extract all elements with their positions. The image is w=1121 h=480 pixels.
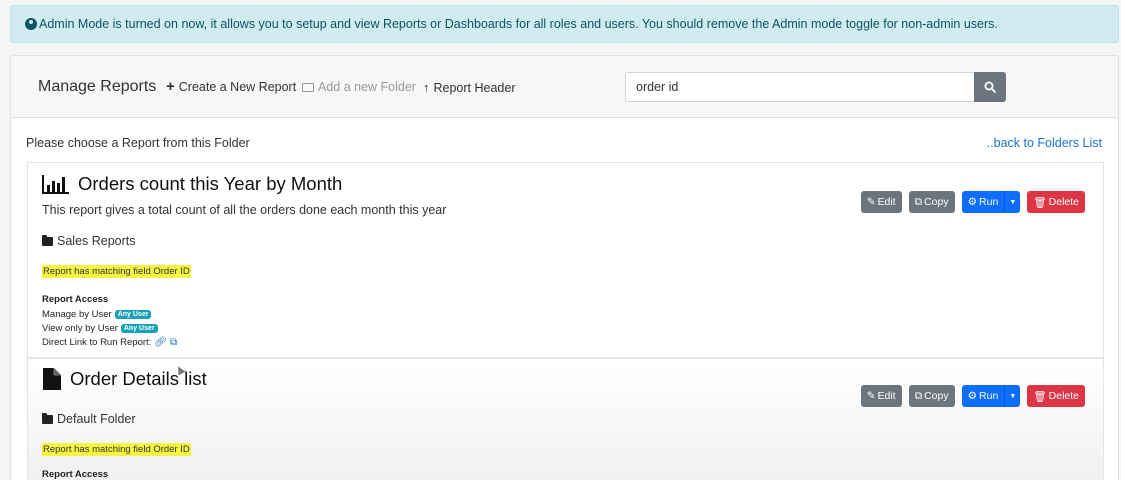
copy-label: Copy (924, 390, 949, 402)
copy-icon: ⧉ (914, 195, 923, 208)
manage-reports-panel: Manage Reports + Create a New Report Add… (10, 55, 1119, 480)
edit-label: Edit (877, 196, 896, 208)
matching-field-note: Report has matching field Order ID (42, 265, 191, 278)
trash-icon: 🗑︎ (1033, 390, 1047, 403)
edit-icon: ✎ (866, 390, 876, 402)
report-title[interactable]: Order Details list (70, 368, 207, 390)
run-button[interactable]: ⚙ Run (961, 191, 1005, 213)
report-card: Orders count this Year by Month This rep… (27, 162, 1104, 358)
copy-label: Copy (924, 196, 949, 208)
report-title[interactable]: Orders count this Year by Month (78, 173, 342, 195)
view-only-badge: Any User (120, 324, 158, 333)
run-dropdown-caret[interactable]: ▼ (1004, 191, 1021, 213)
run-button[interactable]: ⚙ Run (961, 385, 1005, 407)
report-header-link[interactable]: ↑ Report Header (423, 80, 516, 95)
report-description: This report gives a total count of all t… (42, 203, 447, 217)
report-header-label: Report Header (433, 80, 516, 95)
create-report-label: Create a New Report (178, 80, 297, 94)
page-title: Manage Reports (38, 78, 157, 95)
folder-icon (42, 412, 53, 424)
view-only-label: View only by User (42, 323, 118, 334)
edit-button[interactable]: ✎ Edit (860, 385, 902, 407)
search-input[interactable] (625, 72, 975, 102)
report-title-row: Orders count this Year by Month (42, 173, 342, 195)
manage-by-row: Manage by User Any User (42, 309, 152, 320)
folder-outline-icon (302, 82, 314, 92)
report-actions: ✎ Edit ⧉ Copy ⚙ Run ▼ 🗑︎ Delete (860, 385, 1085, 407)
direct-link-row: Direct Link to Run Report: 🔗︎ ⧉ (42, 337, 177, 348)
report-folder-label: Sales Reports (57, 234, 136, 248)
gears-icon: ⚙ (967, 196, 978, 208)
bar-chart-icon (42, 175, 69, 194)
report-actions: ✎ Edit ⧉ Copy ⚙ Run ▼ 🗑︎ Delete (860, 191, 1085, 213)
create-report-link[interactable]: + Create a New Report (166, 78, 297, 95)
run-label: Run (979, 196, 999, 208)
choose-report-text: Please choose a Report from this Folder (26, 136, 250, 150)
search-icon (984, 81, 996, 93)
file-icon (43, 368, 61, 390)
back-to-folders-link[interactable]: ..back to Folders List (987, 136, 1102, 150)
delete-button[interactable]: 🗑︎ Delete (1027, 385, 1085, 407)
run-label: Run (979, 390, 999, 402)
search-button[interactable] (974, 72, 1006, 102)
delete-label: Delete (1048, 196, 1079, 208)
direct-link-label: Direct Link to Run Report: (42, 337, 152, 348)
run-split-button: ⚙ Run ▼ (961, 385, 1021, 407)
admin-mode-alert: Admin Mode is turned on now, it allows y… (10, 5, 1119, 43)
gears-icon: ⚙ (967, 390, 978, 402)
report-access-heading: Report Access (42, 469, 109, 480)
arrow-up-icon: ↑ (423, 80, 430, 95)
add-folder-link[interactable]: Add a new Folder (302, 80, 416, 94)
add-folder-label: Add a new Folder (318, 80, 416, 94)
report-folder: Sales Reports (42, 234, 136, 248)
copy-icon: ⧉ (914, 389, 923, 402)
edit-label: Edit (877, 390, 896, 402)
plus-icon: + (166, 78, 175, 95)
copy-button[interactable]: ⧉ Copy (908, 191, 955, 213)
delete-button[interactable]: 🗑︎ Delete (1027, 191, 1085, 213)
delete-label: Delete (1048, 390, 1079, 402)
manage-reports-header: Manage Reports + Create a New Report Add… (11, 56, 1118, 118)
report-folder-label: Default Folder (57, 412, 136, 426)
edit-icon: ✎ (866, 196, 876, 208)
run-split-button: ⚙ Run ▼ (961, 191, 1021, 213)
trash-icon: 🗑︎ (1033, 196, 1047, 209)
user-circle-icon (25, 18, 37, 30)
report-folder: Default Folder (42, 412, 136, 426)
matching-field-note: Report has matching field Order ID (42, 443, 191, 456)
edit-button[interactable]: ✎ Edit (860, 191, 902, 213)
report-card: Order Details list Default Folder Report… (27, 358, 1104, 480)
folder-icon (42, 234, 53, 246)
manage-by-label: Manage by User (42, 309, 112, 320)
copy-link-icon[interactable]: ⧉ (170, 337, 177, 348)
link-icon[interactable]: 🔗︎ (154, 337, 167, 348)
copy-button[interactable]: ⧉ Copy (908, 385, 955, 407)
view-only-row: View only by User Any User (42, 323, 158, 334)
run-dropdown-caret[interactable]: ▼ (1004, 385, 1021, 407)
report-access-heading: Report Access (42, 294, 109, 305)
admin-mode-alert-text: Admin Mode is turned on now, it allows y… (39, 17, 998, 31)
manage-by-badge: Any User (114, 310, 152, 319)
